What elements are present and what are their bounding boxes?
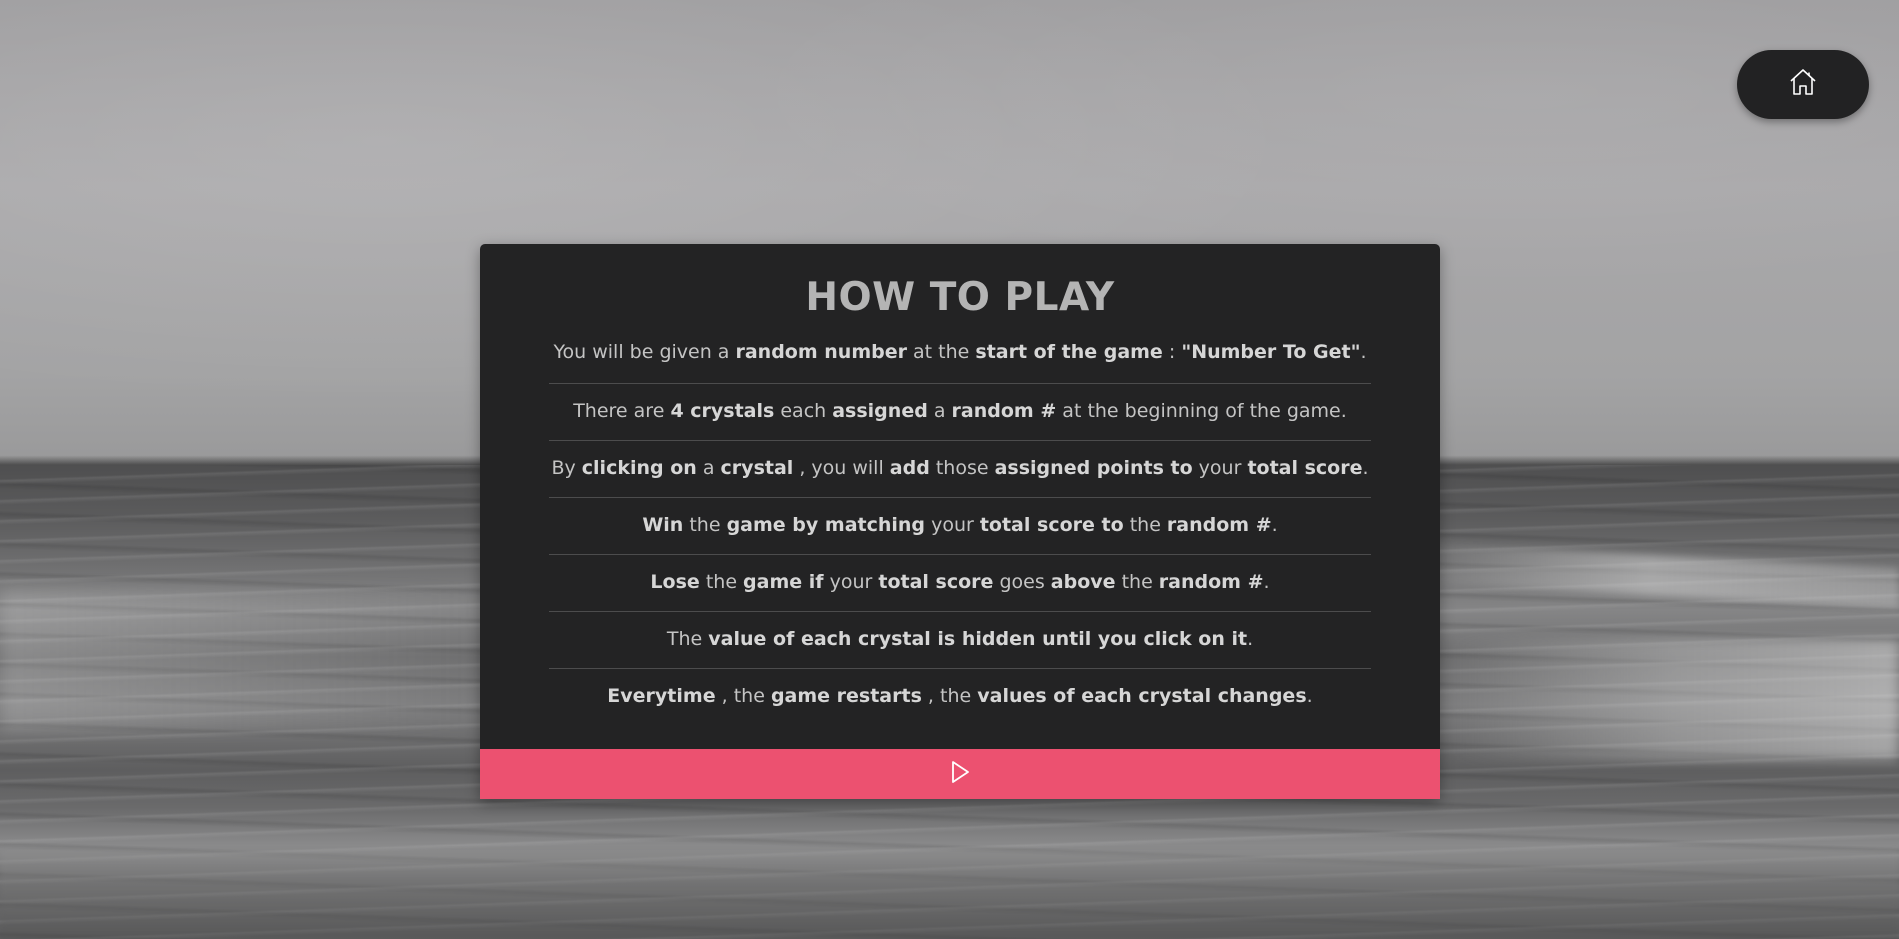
rule-text: The (666, 628, 709, 650)
rule-emphasis-text: assigned (832, 400, 928, 422)
rule-emphasis-text: random # (1166, 514, 1272, 536)
rule-text: a (927, 400, 952, 422)
rule-emphasis-text: game restarts (770, 685, 922, 707)
shoreline (0, 850, 1899, 939)
rule-text: the (699, 571, 744, 593)
rule-text: at the beginning of the game. (1056, 400, 1347, 422)
rule-emphasis-text: values of each crystal changes (977, 685, 1307, 707)
rule-item: The value of each crystal is hidden unti… (549, 612, 1371, 669)
rule-text: at the (906, 341, 976, 363)
rule-emphasis-text: 4 crystals (670, 400, 775, 422)
rule-text: the (683, 514, 727, 536)
rule-emphasis-text: total score (1247, 457, 1363, 479)
how-to-play-card: HOW TO PLAY You will be given a random n… (480, 244, 1440, 799)
rule-text: the (1115, 571, 1159, 593)
rule-text: your (823, 571, 879, 593)
rule-text: , the (715, 685, 771, 707)
rule-text: . (1360, 341, 1367, 363)
rule-text: . (1271, 514, 1278, 536)
rule-text: By (551, 457, 582, 479)
rule-emphasis-text: Lose (650, 571, 700, 593)
rule-text: . (1362, 457, 1369, 479)
home-icon (1788, 67, 1818, 102)
rule-emphasis-text: "Number To Get" (1181, 341, 1361, 363)
rule-item: By clicking on a crystal , you will add … (549, 441, 1371, 498)
rule-text: your (925, 514, 980, 536)
rule-emphasis-text: random # (951, 400, 1057, 422)
rule-text: a (696, 457, 721, 479)
rule-text: . (1263, 571, 1270, 593)
rule-emphasis-text: game by matching (726, 514, 926, 536)
home-button[interactable] (1737, 50, 1869, 119)
rule-text: . (1247, 628, 1254, 650)
rule-emphasis-text: random number (735, 341, 907, 363)
rule-emphasis-text: add (889, 457, 930, 479)
rule-text: You will be given a (553, 341, 736, 363)
rule-emphasis-text: value of each crystal is hidden until yo… (708, 628, 1248, 650)
rule-emphasis-text: Win (642, 514, 684, 536)
rule-emphasis-text: crystal (720, 457, 794, 479)
wave-foam-right-bottom (1450, 640, 1899, 760)
rules-list: You will be given a random number at the… (549, 328, 1371, 725)
rule-text: There are (573, 400, 671, 422)
rule-text: each (774, 400, 833, 422)
rule-text: the (1123, 514, 1167, 536)
play-button[interactable] (480, 749, 1440, 799)
play-icon (948, 759, 972, 790)
rule-text: goes (993, 571, 1051, 593)
rule-emphasis-text: total score (878, 571, 994, 593)
rule-item: There are 4 crystals each assigned a ran… (549, 384, 1371, 441)
rule-item: Win the game by matching your total scor… (549, 498, 1371, 555)
rule-emphasis-text: start of the game (975, 341, 1163, 363)
wave-foam-left (0, 590, 480, 730)
rule-text: your (1192, 457, 1248, 479)
rule-item: Everytime , the game restarts , the valu… (549, 669, 1371, 725)
rule-text: those (929, 457, 995, 479)
rule-emphasis-text: game if (743, 571, 824, 593)
rule-emphasis-text: clicking on (581, 457, 697, 479)
rule-text: : (1162, 341, 1182, 363)
rule-emphasis-text: assigned points to (994, 457, 1193, 479)
rule-emphasis-text: random # (1158, 571, 1264, 593)
rule-item: You will be given a random number at the… (549, 328, 1371, 384)
rule-emphasis-text: Everytime (607, 685, 716, 707)
rule-text: , the (921, 685, 978, 707)
card-title: HOW TO PLAY (805, 275, 1115, 320)
rule-item: Lose the game if your total score goes a… (549, 555, 1371, 612)
rule-text: . (1306, 685, 1313, 707)
rule-emphasis-text: total score to (979, 514, 1124, 536)
rule-emphasis-text: above (1050, 571, 1116, 593)
rule-text: , you will (793, 457, 890, 479)
